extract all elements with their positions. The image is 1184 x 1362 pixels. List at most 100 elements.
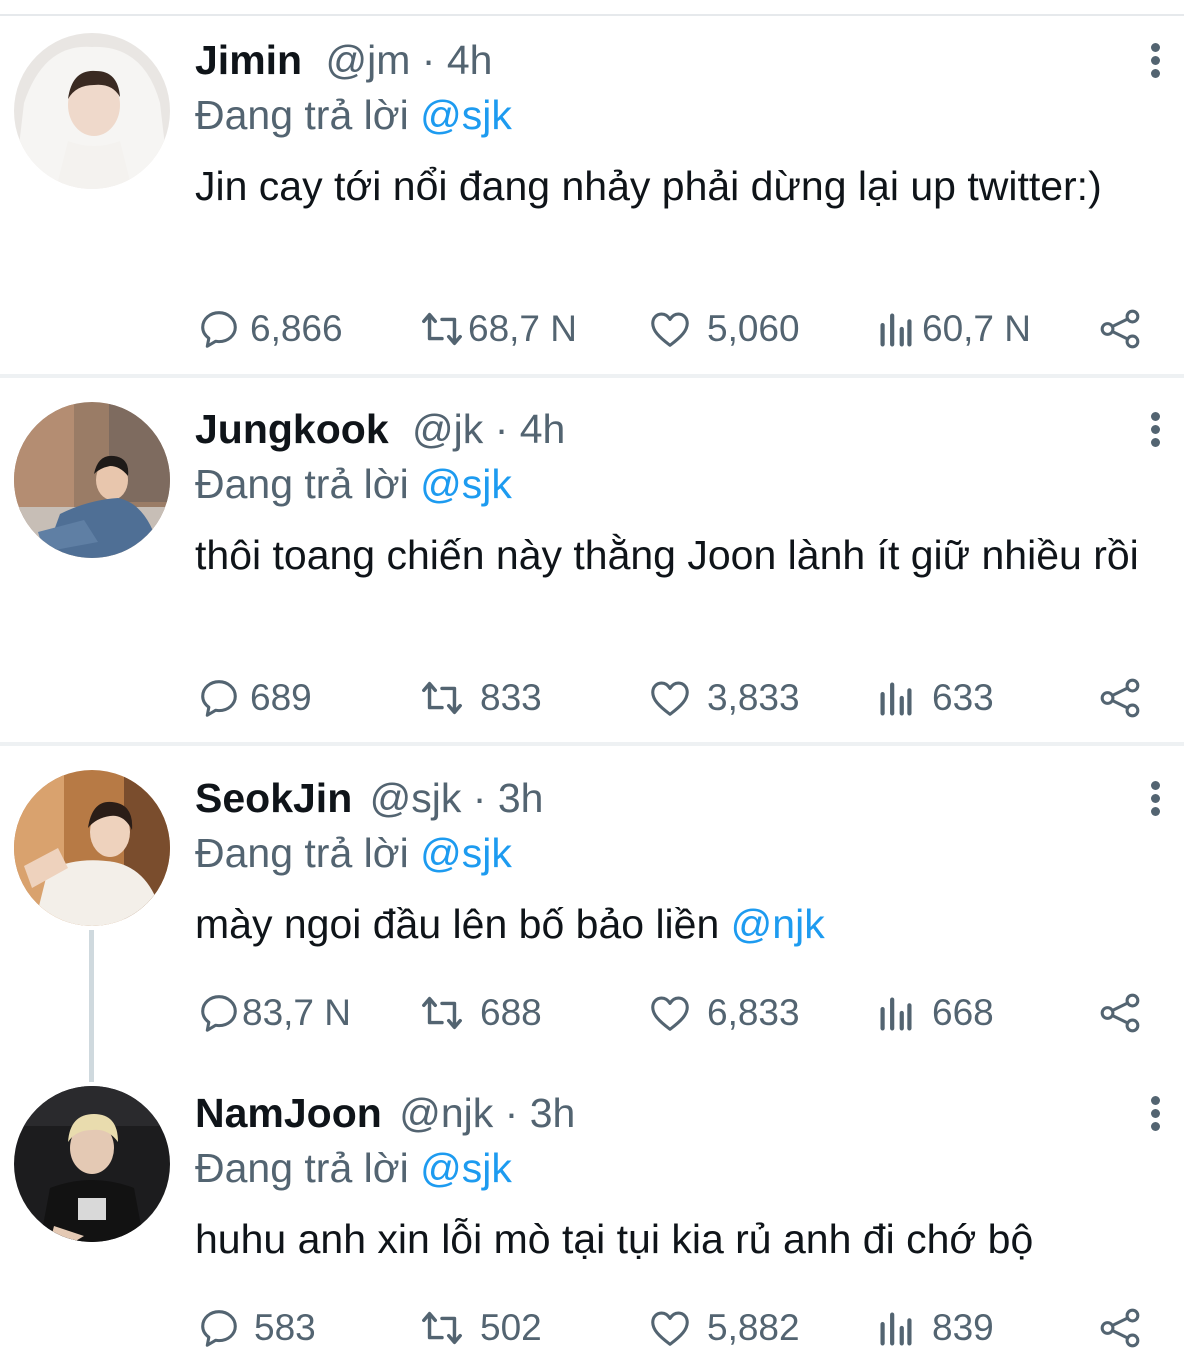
reply-button[interactable]: 6,866 — [196, 304, 343, 354]
tweet-card[interactable]: SeokJin @sjk · 3h Đang trả lời @sjk mày … — [0, 746, 1184, 1056]
tweet-text-body: mày ngoi đầu lên bố bảo liền — [195, 901, 731, 947]
tweet-header: Jimin @jm · 4h — [195, 35, 492, 85]
timestamp[interactable]: 4h — [520, 406, 566, 452]
reply-icon — [201, 311, 237, 348]
action-bar: 83,7 N 688 6,833 668 — [0, 988, 1184, 1038]
separator-dot: · — [494, 406, 509, 452]
author-handle[interactable]: @jk — [412, 406, 483, 452]
avatar[interactable] — [14, 770, 170, 926]
tweet-card[interactable]: NamJoon @njk · 3h Đang trả lời @sjk huhu… — [0, 1060, 1184, 1362]
views-button[interactable]: 668 — [876, 988, 994, 1038]
tweet-header: SeokJin @sjk · 3h — [195, 773, 543, 823]
more-icon[interactable] — [1140, 409, 1170, 453]
author-handle[interactable]: @sjk — [370, 775, 462, 821]
tweet-text-body: thôi toang chiến này thằng Joon lành ít … — [195, 532, 1139, 578]
views-count: 633 — [932, 677, 994, 718]
views-button[interactable]: 633 — [876, 673, 994, 723]
author-name[interactable]: NamJoon — [195, 1090, 382, 1136]
reply-icon — [201, 995, 237, 1032]
reply-button[interactable]: 689 — [196, 673, 312, 723]
more-icon[interactable] — [1140, 40, 1170, 84]
author-handle[interactable]: @njk — [399, 1090, 493, 1136]
like-icon — [651, 1311, 689, 1346]
views-icon — [880, 682, 912, 716]
reply-context: Đang trả lời @sjk — [195, 90, 512, 140]
reply-context: Đang trả lời @sjk — [195, 828, 512, 878]
retweet-icon — [422, 312, 462, 346]
reply-context: Đang trả lời @sjk — [195, 1143, 512, 1193]
retweet-icon — [422, 681, 462, 715]
like-button[interactable]: 5,882 — [647, 1303, 800, 1353]
action-bar: 6,866 68,7 N 5,060 60,7 N — [0, 304, 1184, 354]
avatar[interactable] — [14, 1086, 170, 1242]
share-button[interactable] — [1096, 673, 1144, 723]
retweet-count: 833 — [480, 677, 542, 718]
tweet-card[interactable]: Jimin @jm · 4h Đang trả lời @sjk Jin cay… — [0, 0, 1184, 376]
tweet-text: Jin cay tới nổi đang nhảy phải dừng lại … — [195, 159, 1155, 213]
separator-dot: · — [504, 1090, 519, 1136]
tweet-text: mày ngoi đầu lên bố bảo liền @njk — [195, 897, 1155, 951]
author-name[interactable]: SeokJin — [195, 775, 352, 821]
reply-context: Đang trả lời @sjk — [195, 459, 512, 509]
timestamp[interactable]: 3h — [530, 1090, 576, 1136]
views-icon — [880, 997, 912, 1031]
like-button[interactable]: 6,833 — [647, 988, 800, 1038]
separator-dot: · — [421, 37, 436, 83]
views-count: 60,7 N — [922, 308, 1032, 349]
text-mention-link[interactable]: @njk — [731, 901, 825, 947]
reply-mention-link[interactable]: @sjk — [420, 461, 512, 507]
views-button[interactable]: 839 — [876, 1303, 994, 1353]
share-button[interactable] — [1096, 988, 1144, 1038]
tweet-text: huhu anh xin lỗi mò tại tụi kia rủ anh đ… — [195, 1212, 1155, 1266]
retweet-count: 68,7 N — [468, 308, 578, 349]
separator-dot: · — [472, 775, 487, 821]
timestamp[interactable]: 4h — [447, 37, 493, 83]
share-icon — [1100, 1308, 1140, 1348]
author-handle[interactable]: @jm — [326, 37, 411, 83]
share-icon — [1100, 993, 1140, 1033]
reply-count: 583 — [254, 1307, 316, 1348]
tweet-header: Jungkook @jk · 4h — [195, 404, 565, 454]
retweet-button[interactable]: 833 — [416, 673, 542, 723]
retweet-count: 688 — [480, 992, 542, 1033]
timestamp[interactable]: 3h — [498, 775, 544, 821]
retweet-button[interactable]: 502 — [416, 1303, 542, 1353]
like-icon — [651, 312, 689, 347]
views-button[interactable]: 60,7 N — [876, 304, 1031, 354]
action-bar: 689 833 3,833 633 — [0, 673, 1184, 723]
share-button[interactable] — [1096, 1303, 1144, 1353]
share-button[interactable] — [1096, 304, 1144, 354]
like-button[interactable]: 5,060 — [647, 304, 800, 354]
reply-mention-link[interactable]: @sjk — [420, 1145, 512, 1191]
avatar[interactable] — [14, 402, 170, 558]
views-icon — [880, 1312, 912, 1346]
reply-button[interactable]: 583 — [196, 1303, 316, 1353]
reply-prefix: Đang trả lời — [195, 1145, 409, 1191]
like-button[interactable]: 3,833 — [647, 673, 800, 723]
retweet-button[interactable]: 68,7 N — [416, 304, 577, 354]
more-icon[interactable] — [1140, 778, 1170, 822]
reply-prefix: Đang trả lời — [195, 461, 409, 507]
retweet-button[interactable]: 688 — [416, 988, 542, 1038]
views-count: 668 — [932, 992, 994, 1033]
tweet-card[interactable]: Jungkook @jk · 4h Đang trả lời @sjk thôi… — [0, 378, 1184, 744]
like-icon — [651, 996, 689, 1031]
reply-count: 6,866 — [250, 308, 343, 349]
retweet-count: 502 — [480, 1307, 542, 1348]
share-icon — [1100, 678, 1140, 718]
author-name[interactable]: Jungkook — [195, 406, 389, 452]
reply-button[interactable]: 83,7 N — [196, 988, 351, 1038]
reply-prefix: Đang trả lời — [195, 92, 409, 138]
like-count: 6,833 — [707, 992, 800, 1033]
author-name[interactable]: Jimin — [195, 37, 302, 83]
like-count: 5,882 — [707, 1307, 800, 1348]
tweet-text-body: huhu anh xin lỗi mò tại tụi kia rủ anh đ… — [195, 1216, 1034, 1262]
views-count: 839 — [932, 1307, 994, 1348]
more-icon[interactable] — [1140, 1093, 1170, 1137]
reply-mention-link[interactable]: @sjk — [420, 92, 512, 138]
tweet-header: NamJoon @njk · 3h — [195, 1088, 575, 1138]
reply-icon — [201, 1310, 237, 1347]
avatar[interactable] — [14, 33, 170, 189]
reply-mention-link[interactable]: @sjk — [420, 830, 512, 876]
views-icon — [880, 313, 912, 347]
